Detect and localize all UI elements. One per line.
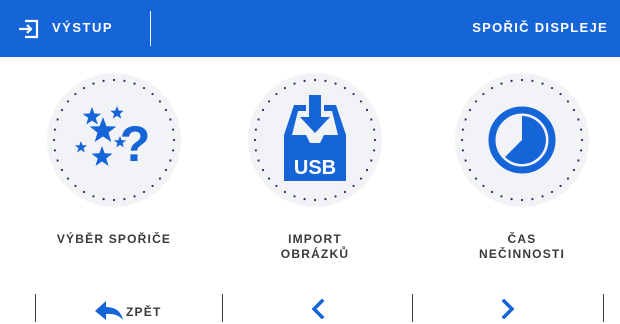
- timer-icon: [488, 106, 556, 174]
- header-divider: [150, 11, 151, 46]
- stars-question-icon: ?: [74, 106, 151, 172]
- tile-image-import[interactable]: USB IMPORT OBRÁZKŮ: [241, 73, 389, 261]
- exit-icon: [19, 19, 39, 39]
- footer-divider: [603, 294, 604, 322]
- usb-label: USB: [294, 157, 336, 179]
- tile-circle: USB: [248, 73, 382, 207]
- tile-label: VÝBĚR SPOŘIČE: [56, 232, 172, 246]
- exit-button[interactable]: VÝSTUP: [0, 0, 150, 57]
- tile-screensaver-selection[interactable]: ? VÝBĚR SPOŘIČE: [40, 73, 188, 246]
- tile-circle: ?: [47, 73, 181, 207]
- chevron-right-icon: [501, 299, 515, 319]
- top-bar: VÝSTUP SPOŘIČ DISPLEJE: [0, 0, 620, 57]
- next-button[interactable]: [413, 290, 603, 324]
- back-label: ZPĚT: [126, 305, 162, 319]
- tile-label-line2: NEČINNOSTI: [478, 247, 565, 261]
- usb-import-icon: USB: [284, 95, 346, 181]
- tile-label-line1: IMPORT: [288, 232, 342, 246]
- tile-label-line2: OBRÁZKŮ: [280, 247, 350, 261]
- page-title: SPOŘIČ DISPLEJE: [472, 20, 608, 35]
- tile-circle: [455, 73, 589, 207]
- tile-inactivity-time[interactable]: ČAS NEČINNOSTI: [448, 73, 596, 261]
- exit-label: VÝSTUP: [52, 20, 114, 35]
- tile-label-line1: ČAS: [507, 232, 537, 246]
- back-arrow-icon: [95, 301, 123, 320]
- svg-text:?: ?: [120, 116, 151, 172]
- chevron-left-icon: [311, 299, 325, 319]
- previous-button[interactable]: [223, 290, 412, 324]
